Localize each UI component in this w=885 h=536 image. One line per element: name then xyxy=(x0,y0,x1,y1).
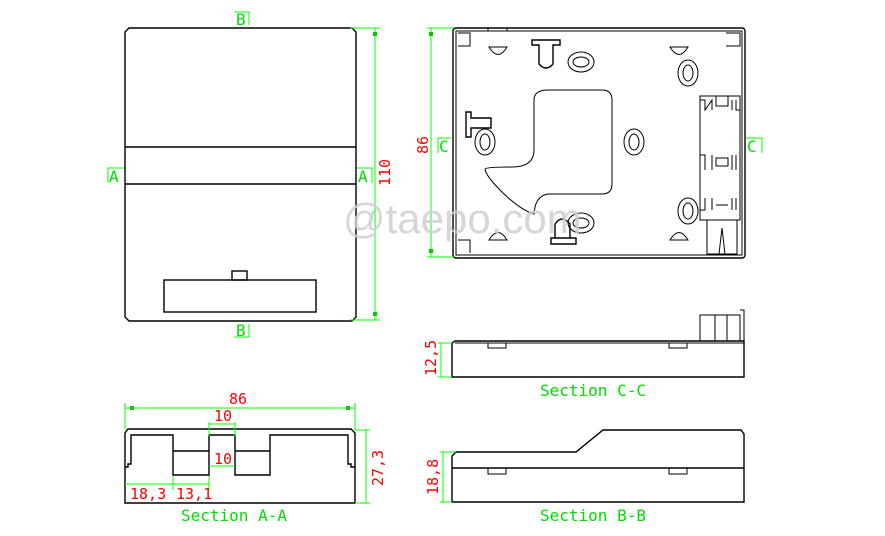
screw-hole xyxy=(567,51,595,73)
section-aa-title: Section A-A xyxy=(181,506,287,525)
section-cc-title: Section C-C xyxy=(540,381,646,400)
section-marker-a-right: A xyxy=(357,167,373,186)
section-marker-b-top: B xyxy=(234,10,250,29)
front-window xyxy=(163,279,317,313)
svg-text:B: B xyxy=(236,10,246,29)
dimension-13-1: 13,1 xyxy=(173,476,212,503)
section-cc-outline xyxy=(451,340,745,378)
dimension-10-top: 10 xyxy=(208,407,236,436)
screw-hole xyxy=(677,59,699,87)
svg-text:C: C xyxy=(439,137,449,156)
svg-text:86: 86 xyxy=(414,136,432,154)
corner-block xyxy=(458,32,471,47)
svg-text:13,1: 13,1 xyxy=(176,485,212,503)
svg-text:A: A xyxy=(358,167,368,186)
svg-text:B: B xyxy=(236,321,246,340)
section-marker-c-right: C xyxy=(746,137,763,156)
clip xyxy=(669,232,689,241)
screw-hole xyxy=(474,128,496,156)
svg-text:10: 10 xyxy=(214,450,232,468)
section-bb-title: Section B-B xyxy=(540,506,646,525)
svg-text:18,8: 18,8 xyxy=(424,459,442,495)
section-c-c: 12,5 Section C-C xyxy=(422,309,745,400)
section-b-b: 18,8 Section B-B xyxy=(424,429,745,525)
svg-text:110: 110 xyxy=(376,159,394,186)
screw-hole xyxy=(677,197,699,225)
svg-text:12,5: 12,5 xyxy=(422,340,440,376)
t-hook-left xyxy=(465,111,492,138)
svg-text:18,3: 18,3 xyxy=(130,485,166,503)
dimension-10-inner: 10 xyxy=(209,450,235,468)
front-outline xyxy=(124,27,357,322)
dimension-12-5: 12,5 xyxy=(422,340,452,378)
connector-module xyxy=(699,95,741,255)
screw-hole xyxy=(623,128,645,156)
svg-text:27,3: 27,3 xyxy=(369,450,387,486)
svg-text:C: C xyxy=(747,137,757,156)
dimension-18-3: 18,3 xyxy=(125,476,174,503)
clip xyxy=(488,46,508,55)
section-a-a: 86 10 10 18,3 13,1 27,3 Section A-A xyxy=(124,390,387,525)
dimension-18-8: 18,8 xyxy=(424,451,456,503)
svg-text:86: 86 xyxy=(229,390,247,408)
clip xyxy=(669,46,689,55)
section-marker-a-left: A xyxy=(107,167,124,186)
watermark: @taepo.com xyxy=(343,195,582,242)
section-bb-outline xyxy=(451,429,745,503)
svg-text:10: 10 xyxy=(214,407,232,425)
t-hook-top xyxy=(531,39,561,69)
front-view: B B A A 110 xyxy=(107,10,394,340)
section-marker-c-left: C xyxy=(437,137,451,156)
dimension-27-3: 27,3 xyxy=(355,429,387,504)
svg-text:A: A xyxy=(109,167,119,186)
front-tab xyxy=(231,270,248,281)
dimension-86-horizontal: 86 xyxy=(124,390,356,430)
corner-block xyxy=(726,32,741,47)
technical-drawing: B B A A 110 C C 86 86 10 10 18,3 13,1 27… xyxy=(107,10,763,525)
section-marker-b-bottom: B xyxy=(234,321,250,340)
